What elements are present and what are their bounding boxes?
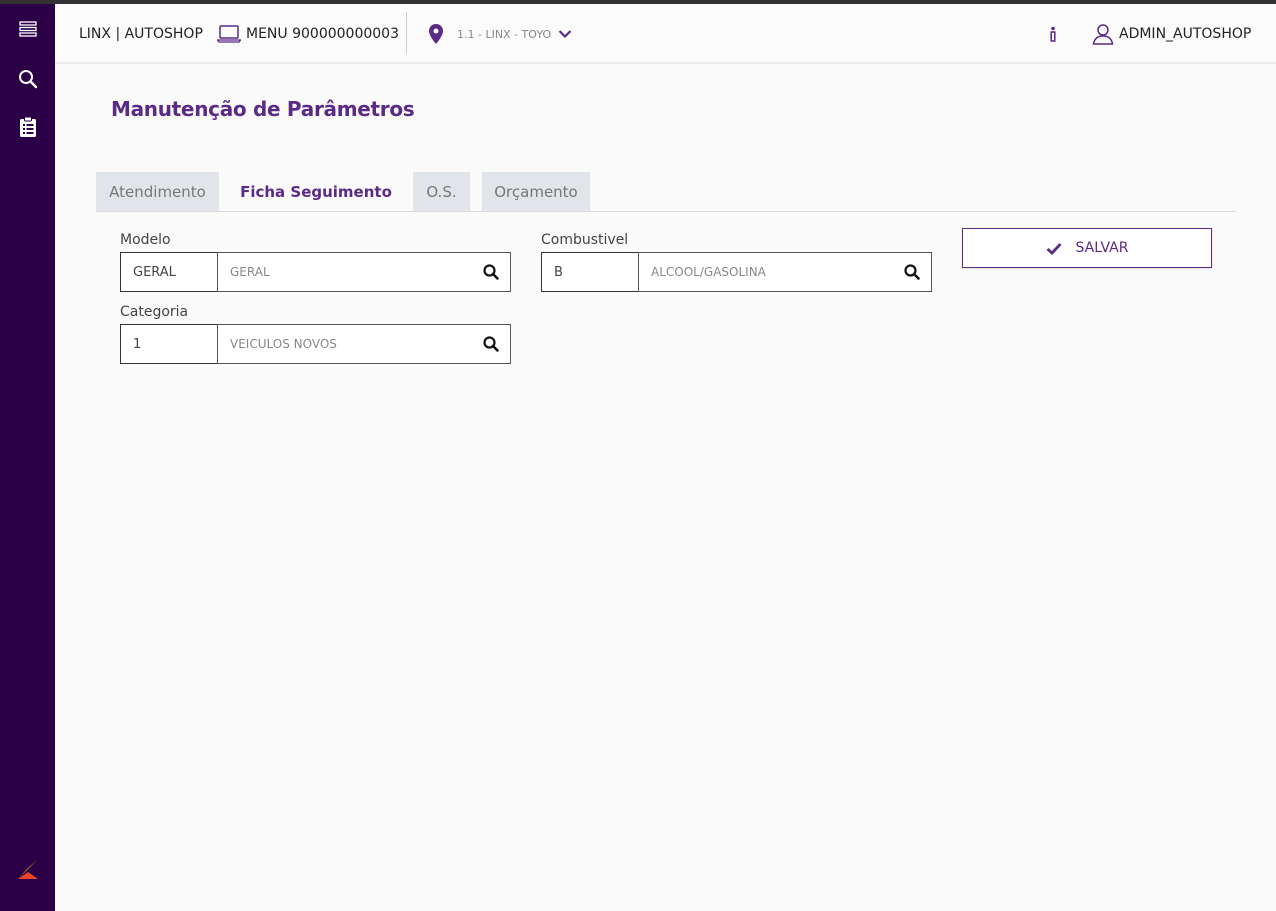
- save-button-label: SALVAR: [1075, 240, 1129, 256]
- clipboard-icon[interactable]: [15, 114, 41, 140]
- combustivel-search-icon[interactable]: [903, 263, 921, 281]
- modelo-description-input: [217, 252, 511, 292]
- combustivel-description-input: [638, 252, 932, 292]
- tab-orcamento[interactable]: Orçamento: [482, 172, 590, 211]
- modelo-label: Modelo: [120, 232, 171, 248]
- user-menu[interactable]: ADMIN_AUTOSHOP: [1092, 4, 1251, 64]
- modelo-search-icon[interactable]: [482, 263, 500, 281]
- categoria-field: [120, 324, 511, 364]
- categoria-label: Categoria: [120, 304, 189, 320]
- tab-bar: Atendimento Ficha Seguimento O.S. Orçame…: [96, 172, 602, 211]
- map-pin-icon: [429, 24, 443, 44]
- tab-atendimento[interactable]: Atendimento: [96, 172, 219, 211]
- tab-ficha-seguimento[interactable]: Ficha Seguimento: [231, 172, 401, 211]
- menu-label: MENU 900000000003: [246, 26, 399, 42]
- location-label: 1.1 - LINX - TOYO: [457, 27, 552, 41]
- checkmark-icon: [1046, 242, 1062, 255]
- categoria-search-icon[interactable]: [482, 335, 500, 353]
- modelo-code-input[interactable]: [120, 252, 218, 292]
- categoria-description-input: [217, 324, 511, 364]
- location-selector[interactable]: 1.1 - LINX - TOYO: [429, 4, 572, 64]
- linx-logo-icon: [15, 856, 41, 882]
- info-icon[interactable]: [1049, 4, 1057, 64]
- combustivel-label: Combustivel: [541, 232, 629, 248]
- user-name: ADMIN_AUTOSHOP: [1119, 26, 1252, 42]
- menu-icon[interactable]: [15, 16, 41, 42]
- header-divider: [406, 12, 407, 54]
- categoria-code-input[interactable]: [120, 324, 218, 364]
- top-header: LINX | AUTOSHOP MENU 900000000003 1.1 - …: [55, 4, 1276, 64]
- brand-title: LINX | AUTOSHOP: [79, 26, 203, 42]
- save-button[interactable]: SALVAR: [962, 228, 1212, 268]
- tabs-divider: [96, 211, 1236, 212]
- page-title: Manutenção de Parâmetros: [111, 97, 415, 121]
- tab-os[interactable]: O.S.: [413, 172, 470, 211]
- menu-indicator: MENU 900000000003: [217, 4, 399, 64]
- modelo-field: [120, 252, 511, 292]
- laptop-icon: [217, 25, 241, 43]
- sidebar: [0, 4, 55, 911]
- combustivel-code-input[interactable]: [541, 252, 639, 292]
- combustivel-field: [541, 252, 932, 292]
- search-icon[interactable]: [15, 66, 41, 92]
- chevron-down-icon: [558, 30, 572, 39]
- user-icon: [1092, 24, 1114, 45]
